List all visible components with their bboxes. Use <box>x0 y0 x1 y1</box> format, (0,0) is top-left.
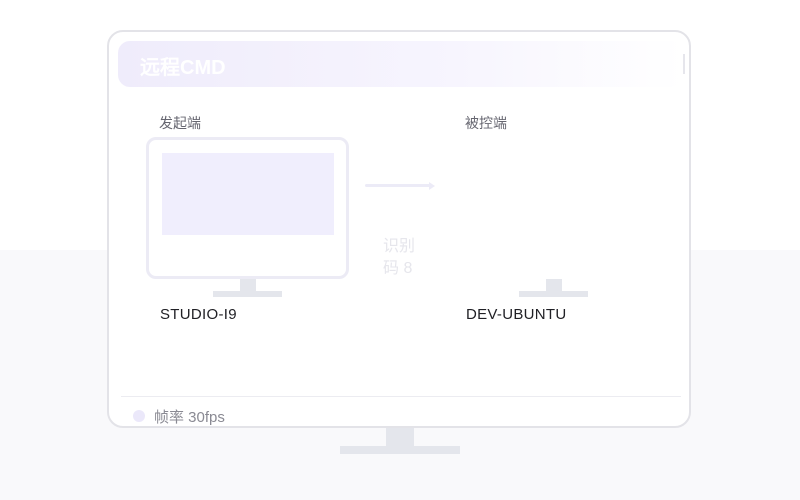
status-divider <box>121 396 681 397</box>
initiator-label: 发起端 <box>159 115 201 131</box>
connection-arrow-icon <box>429 182 435 190</box>
connection-arrow-line <box>365 184 431 187</box>
controlled-monitor-base <box>519 291 588 297</box>
controlled-label: 被控端 <box>465 115 507 131</box>
title-bar-divider <box>683 54 685 74</box>
main-monitor-base <box>340 446 460 454</box>
initiator-monitor-icon[interactable] <box>146 137 349 279</box>
title-bar: 远程CMD <box>118 41 685 87</box>
controlled-device-name: DEV-UBUNTU <box>466 306 567 323</box>
initiator-monitor-base <box>213 291 282 297</box>
frame-rate-status: 帧率 30fps <box>154 409 225 426</box>
connection-code: 识别码 8 <box>383 238 416 277</box>
controlled-monitor-neck <box>546 279 562 291</box>
initiator-monitor-neck <box>240 279 256 291</box>
status-dot-icon <box>133 410 145 422</box>
window-title: 远程CMD <box>140 57 226 79</box>
initiator-screen <box>162 153 334 235</box>
initiator-device-name: STUDIO-I9 <box>160 306 237 323</box>
main-monitor-neck <box>386 428 414 446</box>
